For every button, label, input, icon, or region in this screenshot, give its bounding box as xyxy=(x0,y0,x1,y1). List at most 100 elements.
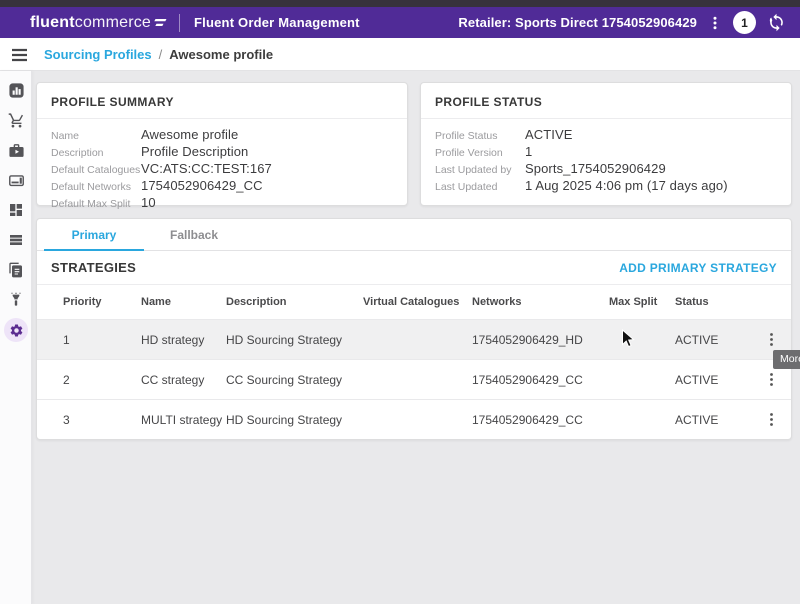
kebab-icon xyxy=(765,372,778,387)
sidebar-item-orders[interactable] xyxy=(0,105,32,135)
strategy-tabs: Primary Fallback xyxy=(37,219,791,251)
breadcrumb: Sourcing Profiles / Awesome profile xyxy=(44,47,273,62)
app-window: fluentcommerce Fluent Order Management R… xyxy=(0,0,800,604)
strategies-table-header: Priority Name Description Virtual Catalo… xyxy=(37,285,791,319)
summary-field-default-max-split: Default Max Split 10 xyxy=(51,195,393,212)
refresh-button[interactable] xyxy=(765,11,788,34)
cell-name: HD strategy xyxy=(141,333,226,347)
summary-field-description: Description Profile Description xyxy=(51,144,393,161)
row-more-actions-button[interactable] xyxy=(762,409,781,430)
retailer-context-label: Retailer: Sports Direct 1754052906429 xyxy=(458,15,697,30)
strategy-row-cc[interactable]: 2 CC strategy CC Sourcing Strategy 17540… xyxy=(37,359,791,399)
breadcrumb-current-page: Awesome profile xyxy=(169,47,273,62)
cell-description: HD Sourcing Strategy xyxy=(226,333,363,347)
field-value: VC:ATS:CC:TEST:167 xyxy=(141,161,272,176)
column-header-virtual-catalogues: Virtual Catalogues xyxy=(363,296,472,308)
profile-status-title: PROFILE STATUS xyxy=(421,83,791,119)
sidebar-item-utilities[interactable] xyxy=(0,285,32,315)
column-header-status: Status xyxy=(675,296,747,308)
column-header-description: Description xyxy=(226,296,363,308)
refresh-sync-icon xyxy=(767,13,786,32)
card-icon xyxy=(8,172,25,189)
field-value: Profile Description xyxy=(141,144,248,159)
field-label: Name xyxy=(51,130,141,142)
top-navigation-bar: fluentcommerce Fluent Order Management R… xyxy=(0,7,800,38)
status-field-last-updated: Last Updated 1 Aug 2025 4:06 pm (17 days… xyxy=(435,178,777,195)
fluent-logo-mark-icon xyxy=(154,18,167,28)
sidebar-item-payments[interactable] xyxy=(0,165,32,195)
strategy-row-hd[interactable]: 1 HD strategy HD Sourcing Strategy 17540… xyxy=(37,319,791,359)
logo-text-bold: fluent xyxy=(30,14,75,32)
field-value: ACTIVE xyxy=(525,127,573,142)
kebab-icon xyxy=(708,15,722,31)
logo-text-light: commerce xyxy=(75,14,151,32)
field-label: Default Catalogues xyxy=(51,164,141,176)
field-value: Sports_1754052906429 xyxy=(525,161,666,176)
cell-priority: 1 xyxy=(63,333,141,347)
settings-gear-icon xyxy=(9,323,24,338)
cell-description: CC Sourcing Strategy xyxy=(226,373,363,387)
cell-networks: 1754052906429_CC xyxy=(472,373,609,387)
breadcrumb-link-sourcing-profiles[interactable]: Sourcing Profiles xyxy=(44,47,152,62)
field-label: Last Updated xyxy=(435,181,525,193)
strategies-title: STRATEGIES xyxy=(51,260,136,275)
cell-status: ACTIVE xyxy=(675,413,747,427)
tab-fallback[interactable]: Fallback xyxy=(144,219,244,250)
active-item-highlight xyxy=(4,318,28,342)
dashboard-icon xyxy=(8,202,24,218)
strategies-card: Primary Fallback STRATEGIES ADD PRIMARY … xyxy=(36,218,792,440)
cell-status: ACTIVE xyxy=(675,333,747,347)
cell-networks: 1754052906429_HD xyxy=(472,333,609,347)
profile-status-card: PROFILE STATUS Profile Status ACTIVE Pro… xyxy=(420,82,792,206)
tab-primary[interactable]: Primary xyxy=(44,219,144,250)
briefcase-play-icon xyxy=(8,142,25,159)
add-primary-strategy-button[interactable]: ADD PRIMARY STRATEGY xyxy=(619,261,777,275)
header-kebab-menu-button[interactable] xyxy=(706,13,724,33)
summary-field-name: Name Awesome profile xyxy=(51,127,393,144)
sidebar-toggle-button[interactable] xyxy=(9,46,30,67)
copy-icon xyxy=(8,262,24,278)
window-top-strip xyxy=(0,0,800,7)
cart-icon xyxy=(8,112,25,129)
app-title: Fluent Order Management xyxy=(194,15,360,30)
breadcrumb-separator: / xyxy=(159,47,163,62)
sidebar-item-modules[interactable] xyxy=(0,195,32,225)
list-icon xyxy=(8,232,24,248)
row-more-actions-button[interactable] xyxy=(762,369,781,390)
summary-field-default-networks: Default Networks 1754052906429_CC xyxy=(51,178,393,195)
field-value: 1 xyxy=(525,144,532,159)
status-field-profile-status: Profile Status ACTIVE xyxy=(435,127,777,144)
column-header-priority: Priority xyxy=(63,296,141,308)
cell-networks: 1754052906429_CC xyxy=(472,413,609,427)
more-tooltip: More xyxy=(773,350,800,369)
cell-priority: 2 xyxy=(63,373,141,387)
torch-icon xyxy=(8,292,24,308)
kebab-icon xyxy=(765,332,778,347)
field-label: Profile Status xyxy=(435,130,525,142)
hamburger-menu-icon xyxy=(11,48,28,62)
notification-count-badge[interactable]: 1 xyxy=(733,11,756,34)
cell-status: ACTIVE xyxy=(675,373,747,387)
fluent-commerce-logo[interactable]: fluentcommerce xyxy=(30,14,167,32)
cell-name: MULTI strategy xyxy=(141,413,226,427)
field-value: Awesome profile xyxy=(141,127,238,142)
field-label: Description xyxy=(51,147,141,159)
sidebar-item-lists[interactable] xyxy=(0,225,32,255)
sidebar-item-settings[interactable] xyxy=(0,315,32,345)
profile-summary-title: PROFILE SUMMARY xyxy=(37,83,407,119)
cell-name: CC strategy xyxy=(141,373,226,387)
cell-description: HD Sourcing Strategy xyxy=(226,413,363,427)
status-field-profile-version: Profile Version 1 xyxy=(435,144,777,161)
summary-field-default-catalogues: Default Catalogues VC:ATS:CC:TEST:167 xyxy=(51,161,393,178)
status-field-last-updated-by: Last Updated by Sports_1754052906429 xyxy=(435,161,777,178)
strategy-row-multi[interactable]: 3 MULTI strategy HD Sourcing Strategy 17… xyxy=(37,399,791,439)
field-label: Profile Version xyxy=(435,147,525,159)
sidebar-item-analytics[interactable] xyxy=(0,75,32,105)
sidebar-item-catalogues[interactable] xyxy=(0,255,32,285)
field-label: Default Max Split xyxy=(51,198,141,210)
sidebar-item-fulfilment[interactable] xyxy=(0,135,32,165)
column-header-max-split: Max Split xyxy=(609,296,675,308)
row-more-actions-button[interactable] xyxy=(762,329,781,350)
field-value: 1 Aug 2025 4:06 pm (17 days ago) xyxy=(525,178,728,193)
field-label: Default Networks xyxy=(51,181,141,193)
